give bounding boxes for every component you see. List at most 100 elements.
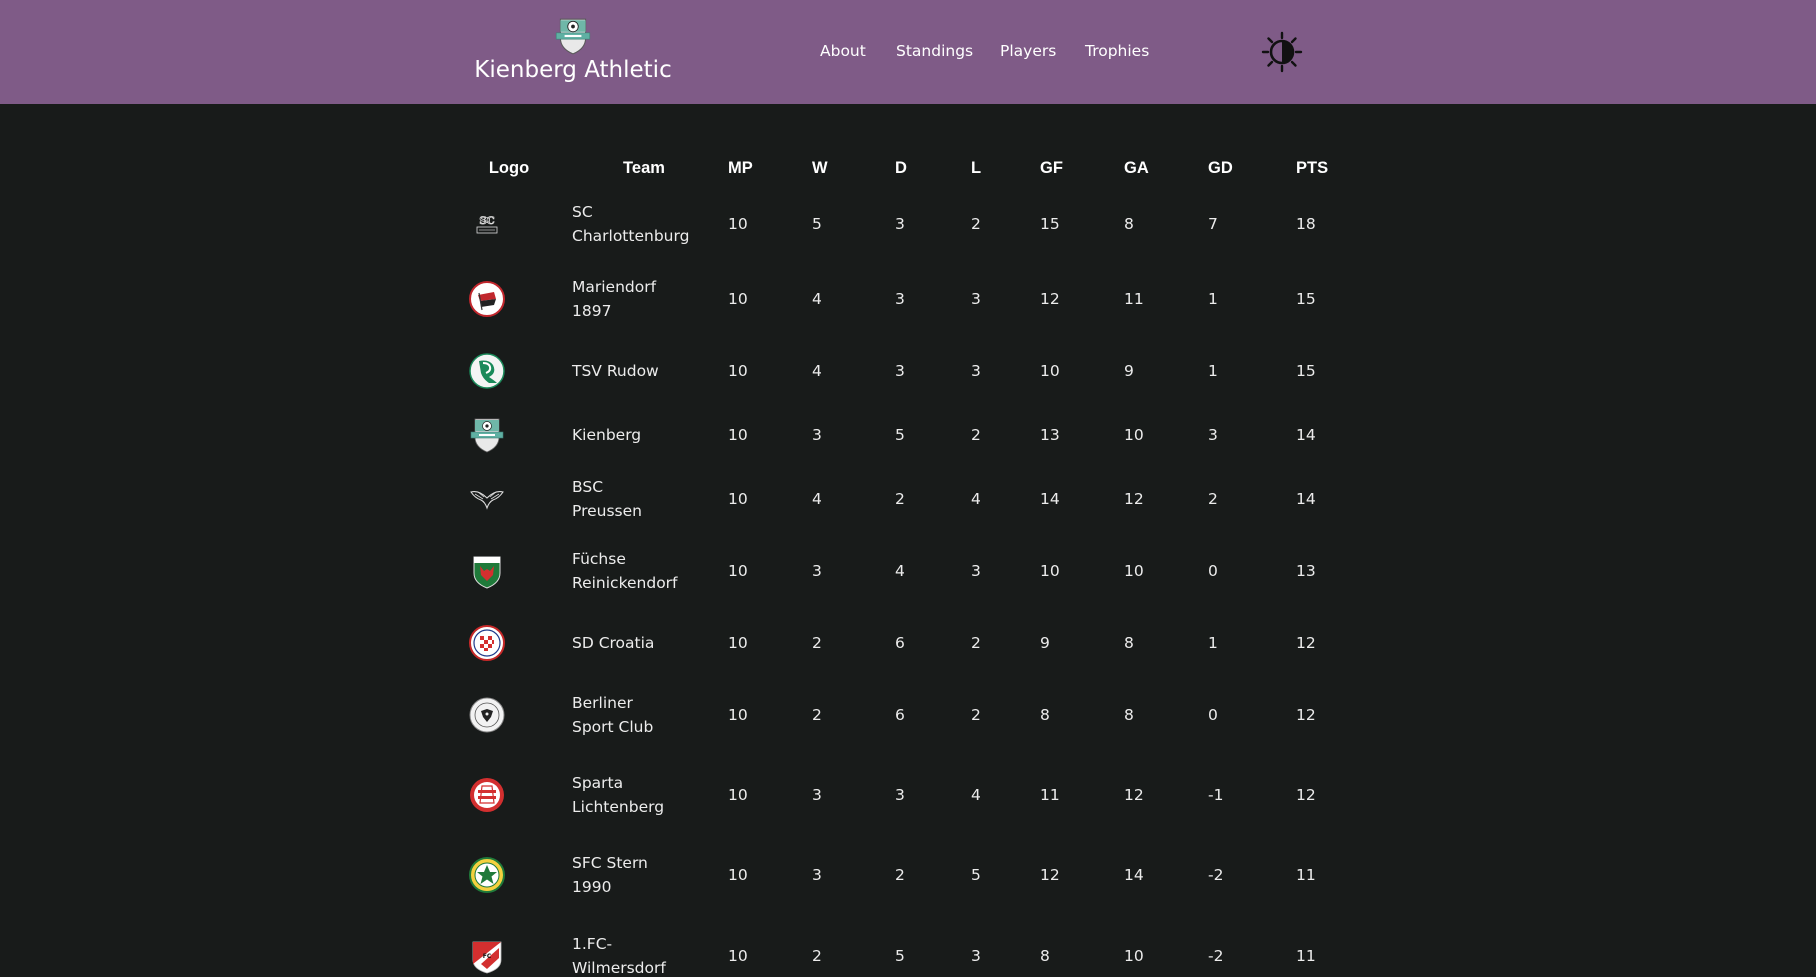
stat-pts: 14: [1296, 426, 1316, 444]
stat-l: 2: [971, 215, 981, 233]
nav-standings[interactable]: Standings: [896, 42, 973, 60]
stat-d: 3: [895, 290, 905, 308]
column-header-gf: GF: [1040, 158, 1063, 177]
berliner-sport-club-crest-icon: [469, 697, 505, 733]
stat-l: 3: [971, 362, 981, 380]
contrast-sun-icon[interactable]: [1261, 31, 1303, 73]
stat-w: 5: [812, 215, 822, 233]
column-header-d: D: [895, 158, 907, 177]
stat-mp: 10: [728, 290, 748, 308]
stat-pts: 11: [1296, 866, 1316, 884]
stat-gd: 7: [1208, 215, 1218, 233]
team-name[interactable]: Kienberg: [560, 423, 676, 447]
stat-d: 2: [895, 866, 905, 884]
sd-croatia-crest-icon: [469, 625, 505, 661]
stat-w: 2: [812, 947, 822, 965]
stat-d: 5: [895, 426, 905, 444]
stat-ga: 8: [1124, 215, 1134, 233]
stat-mp: 10: [728, 490, 748, 508]
table-row: SD Croatia 10 2 6 2 9 8 1 12: [458, 611, 1386, 675]
stat-ga: 10: [1124, 562, 1144, 580]
stat-gf: 12: [1040, 290, 1060, 308]
stat-pts: 11: [1296, 947, 1316, 965]
team-name[interactable]: SFC Stern 1990: [560, 851, 676, 899]
stat-gf: 14: [1040, 490, 1060, 508]
stat-w: 4: [812, 362, 822, 380]
stat-d: 5: [895, 947, 905, 965]
stat-w: 3: [812, 426, 822, 444]
stat-ga: 10: [1124, 426, 1144, 444]
table-row: Mariendorf 1897 10 4 3 3 12 11 1 15: [458, 259, 1386, 339]
stat-pts: 13: [1296, 562, 1316, 580]
stat-l: 3: [971, 947, 981, 965]
stat-gd: 1: [1208, 634, 1218, 652]
stat-d: 3: [895, 362, 905, 380]
table-row: BSC Preussen 10 4 2 4 14 12 2 14: [458, 467, 1386, 531]
stat-mp: 10: [728, 362, 748, 380]
stat-w: 3: [812, 786, 822, 804]
stat-w: 3: [812, 562, 822, 580]
stat-gf: 15: [1040, 215, 1060, 233]
mariendorf-1897-crest-icon: [469, 281, 505, 317]
stat-gd: 1: [1208, 362, 1218, 380]
stat-ga: 8: [1124, 634, 1134, 652]
team-name[interactable]: Sparta Lichtenberg: [560, 771, 676, 819]
nav-about[interactable]: About: [820, 42, 866, 60]
column-header-logo: Logo: [488, 158, 530, 177]
stat-mp: 10: [728, 866, 748, 884]
column-header-ga: GA: [1124, 158, 1149, 177]
site-header: Kienberg Athletic About Standings Player…: [0, 0, 1816, 104]
sc-charlottenburg-crest-icon: SC: [476, 216, 498, 234]
bsc-preussen-crest-icon: [470, 491, 504, 510]
kienberg-crest-icon: [555, 18, 591, 55]
stat-ga: 12: [1124, 786, 1144, 804]
sparta-lichtenberg-crest-icon: [470, 778, 504, 812]
stat-w: 3: [812, 866, 822, 884]
team-name[interactable]: TSV Rudow: [560, 359, 676, 383]
brand[interactable]: Kienberg Athletic: [474, 17, 672, 83]
stat-d: 2: [895, 490, 905, 508]
column-header-gd: GD: [1208, 158, 1233, 177]
sfc-stern-1990-crest-icon: [469, 857, 505, 893]
team-name[interactable]: Füchse Reinickendorf: [560, 547, 678, 595]
stat-gf: 10: [1040, 362, 1060, 380]
stat-mp: 10: [728, 786, 748, 804]
stat-gf: 9: [1040, 634, 1050, 652]
stat-gf: 8: [1040, 706, 1050, 724]
stat-mp: 10: [728, 426, 748, 444]
column-header-w: W: [812, 158, 828, 177]
team-name[interactable]: Berliner Sport Club: [560, 691, 676, 739]
fuechse-reinickendorf-crest-icon: [473, 556, 501, 589]
stat-d: 3: [895, 215, 905, 233]
stat-w: 2: [812, 634, 822, 652]
table-row: SC SC Charlottenburg 10 5 3 2 15 8 7 18: [458, 189, 1386, 259]
table-row: FC 1.FC-Wilmersdorf 10 2 5 3 8 10 -2 11: [458, 915, 1386, 977]
table-header-row: Logo Team MP W D L GF GA GD PTS: [458, 147, 1386, 189]
stat-w: 2: [812, 706, 822, 724]
stat-gd: 0: [1208, 562, 1218, 580]
team-name[interactable]: Mariendorf 1897: [560, 275, 676, 323]
stat-mp: 10: [728, 215, 748, 233]
kienberg-crest-icon: [470, 418, 504, 453]
stat-gd: 2: [1208, 490, 1218, 508]
stat-mp: 10: [728, 634, 748, 652]
column-header-pts: PTS: [1296, 158, 1329, 177]
stat-l: 3: [971, 290, 981, 308]
nav-trophies[interactable]: Trophies: [1085, 42, 1149, 60]
stat-l: 2: [971, 634, 981, 652]
stat-gf: 13: [1040, 426, 1060, 444]
team-name[interactable]: BSC Preussen: [560, 475, 676, 523]
column-header-mp: MP: [728, 158, 753, 177]
nav-players[interactable]: Players: [1000, 42, 1056, 60]
team-name[interactable]: SC Charlottenburg: [560, 200, 689, 248]
stat-w: 4: [812, 490, 822, 508]
team-name[interactable]: 1.FC-Wilmersdorf: [560, 932, 676, 977]
stat-w: 4: [812, 290, 822, 308]
stat-ga: 11: [1124, 290, 1144, 308]
team-name[interactable]: SD Croatia: [560, 631, 676, 655]
tsv-rudow-crest-icon: [469, 353, 505, 389]
stat-ga: 8: [1124, 706, 1134, 724]
stat-pts: 12: [1296, 706, 1316, 724]
table-row: Kienberg 10 3 5 2 13 10 3 14: [458, 403, 1386, 467]
stat-gd: -1: [1208, 786, 1224, 804]
